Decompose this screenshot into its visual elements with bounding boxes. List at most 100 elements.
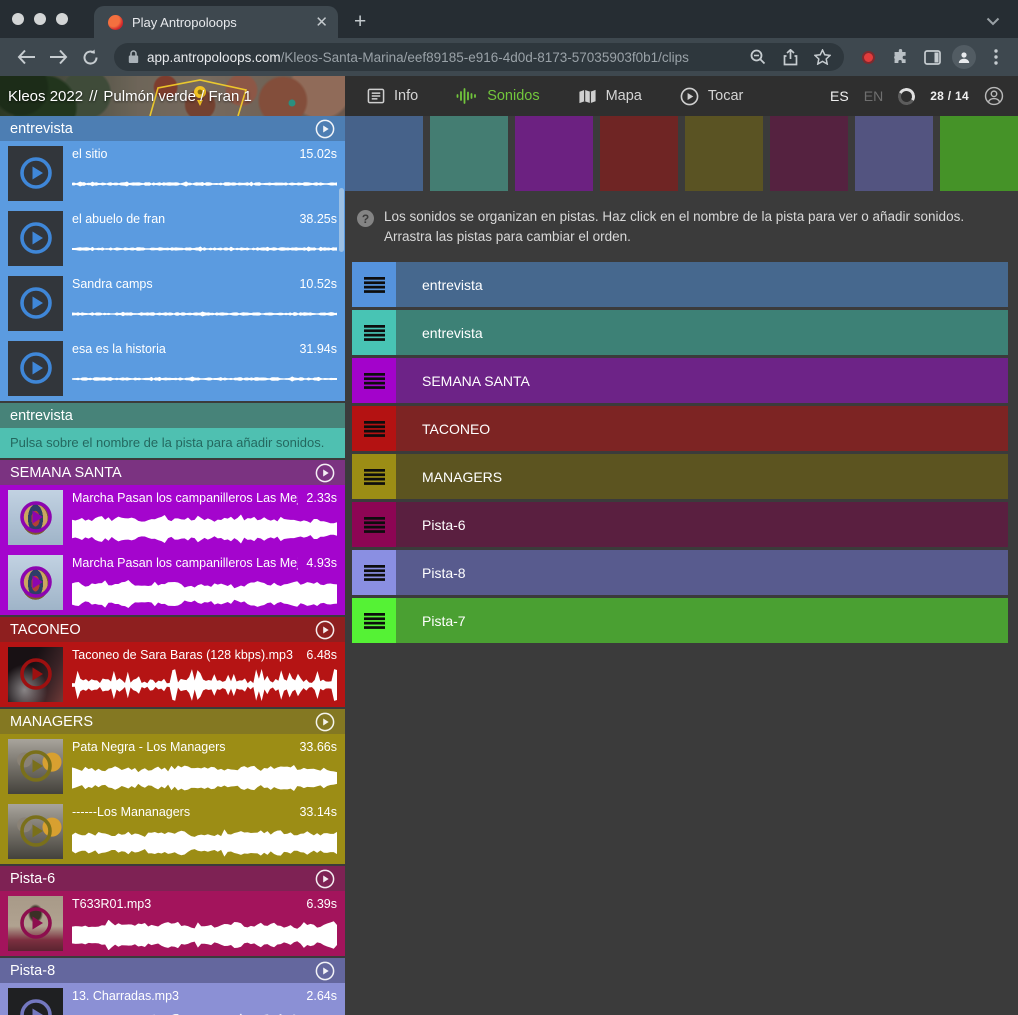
window-close-button[interactable] — [12, 13, 24, 25]
clip[interactable]: Sandra camps10.52s — [0, 271, 345, 336]
track-header[interactable]: Pista-6 — [0, 866, 345, 891]
track-drag-handle[interactable] — [352, 406, 396, 451]
clip-thumbnail[interactable] — [8, 146, 63, 201]
track-header[interactable]: MANAGERS — [0, 709, 345, 734]
track-play-button[interactable] — [315, 869, 335, 889]
track-drag-handle[interactable] — [352, 598, 396, 643]
clip[interactable]: Pata Negra - Los Managers33.66s — [0, 734, 345, 799]
track-row-body[interactable]: MANAGERS — [396, 454, 1008, 499]
track-row[interactable]: Pista-7 — [352, 598, 1008, 643]
track-row[interactable]: Pista-8 — [352, 550, 1008, 595]
track-header[interactable]: SEMANA SANTA — [0, 460, 345, 485]
address-bar[interactable]: app.antropoloops.com/Kleos-Santa-Marina/… — [114, 43, 844, 71]
track-play-button[interactable] — [315, 119, 335, 139]
track-play-button[interactable] — [315, 712, 335, 732]
track-header[interactable]: Pista-8 — [0, 958, 345, 983]
clip-waveform[interactable] — [72, 243, 337, 255]
clip-thumbnail[interactable] — [8, 896, 63, 951]
browser-tab[interactable]: Play Antropoloops ✕ — [94, 6, 338, 38]
track-header[interactable]: TACONEO — [0, 617, 345, 642]
breadcrumb[interactable]: Kleos 2022//Pulmón verde / Fran 1 — [0, 76, 345, 116]
track-drag-handle[interactable] — [352, 502, 396, 547]
track-header[interactable]: entrevista — [0, 116, 345, 141]
track-drag-handle[interactable] — [352, 454, 396, 499]
forward-icon[interactable] — [46, 45, 70, 69]
clip-thumbnail[interactable] — [8, 739, 63, 794]
track-row-body[interactable]: Pista-8 — [396, 550, 1008, 595]
clip[interactable]: ------Los Mananagers33.14s — [0, 799, 345, 864]
reload-icon[interactable] — [78, 45, 102, 69]
new-tab-button[interactable]: + — [354, 11, 366, 32]
clip-waveform[interactable] — [72, 579, 337, 609]
clip[interactable]: el sitio15.02s — [0, 141, 345, 206]
extensions-puzzle-icon[interactable] — [888, 45, 912, 69]
track-drag-handle[interactable] — [352, 550, 396, 595]
window-minimize-button[interactable] — [34, 13, 46, 25]
tab-sonidos[interactable]: Sonidos — [456, 87, 539, 105]
clip[interactable]: Marcha Pasan los campanilleros Las Mejor… — [0, 485, 345, 550]
track-header[interactable]: entrevista — [0, 403, 345, 428]
track-row-body[interactable]: entrevista — [396, 310, 1008, 355]
tab-tocar[interactable]: Tocar — [680, 87, 743, 106]
lang-es-button[interactable]: ES — [830, 88, 849, 104]
clip-thumbnail[interactable] — [8, 555, 63, 610]
chevron-down-icon[interactable] — [986, 13, 1000, 31]
browser-profile-avatar[interactable] — [952, 45, 976, 69]
track-play-button[interactable] — [315, 463, 335, 483]
breadcrumb-project[interactable]: Kleos 2022 — [8, 88, 83, 105]
tab-info[interactable]: Info — [367, 87, 418, 105]
track-row[interactable]: Pista-6 — [352, 502, 1008, 547]
track-row[interactable]: MANAGERS — [352, 454, 1008, 499]
clip[interactable]: Marcha Pasan los campanilleros Las Mejor… — [0, 550, 345, 615]
track-row[interactable]: entrevista — [352, 310, 1008, 355]
browser-menu-kebab-icon[interactable] — [984, 45, 1008, 69]
track-row-body[interactable]: TACONEO — [396, 406, 1008, 451]
clip[interactable]: esa es la historia31.94s — [0, 336, 345, 401]
clip-thumbnail[interactable] — [8, 341, 63, 396]
track-play-button[interactable] — [315, 620, 335, 640]
clip[interactable]: el abuelo de fran38.25s — [0, 206, 345, 271]
clip[interactable]: 13. Charradas.mp32.64s — [0, 983, 345, 1015]
bookmark-star-icon[interactable] — [810, 45, 834, 69]
clip-thumbnail[interactable] — [8, 647, 63, 702]
sidebar-scrollbar-thumb[interactable] — [339, 188, 344, 252]
tab-mapa[interactable]: Mapa — [578, 88, 642, 105]
track-row[interactable]: entrevista — [352, 262, 1008, 307]
clip-thumbnail[interactable] — [8, 211, 63, 266]
clip-waveform[interactable] — [72, 308, 337, 320]
track-row[interactable]: TACONEO — [352, 406, 1008, 451]
window-zoom-button[interactable] — [56, 13, 68, 25]
breadcrumb-path[interactable]: Pulmón verde / Fran 1 — [103, 88, 251, 105]
tab-close-icon[interactable]: ✕ — [315, 15, 328, 30]
track-drag-handle[interactable] — [352, 358, 396, 403]
track-drag-handle[interactable] — [352, 262, 396, 307]
clip-thumbnail[interactable] — [8, 804, 63, 859]
clip-waveform[interactable] — [72, 178, 337, 190]
recording-indicator-icon[interactable] — [856, 45, 880, 69]
clip[interactable]: T633R01.mp36.39s — [0, 891, 345, 956]
side-panel-icon[interactable] — [920, 45, 944, 69]
share-icon[interactable] — [778, 45, 802, 69]
track-row[interactable]: SEMANA SANTA — [352, 358, 1008, 403]
clip-thumbnail[interactable] — [8, 276, 63, 331]
track-row-body[interactable]: entrevista — [396, 262, 1008, 307]
track-row-label: Pista-6 — [422, 517, 466, 533]
clip-waveform[interactable] — [72, 373, 337, 385]
clip-waveform[interactable] — [72, 514, 337, 544]
track-row-body[interactable]: Pista-7 — [396, 598, 1008, 643]
track-row-body[interactable]: SEMANA SANTA — [396, 358, 1008, 403]
back-icon[interactable] — [14, 45, 38, 69]
clip-waveform[interactable] — [72, 828, 337, 858]
clip-thumbnail[interactable] — [8, 490, 63, 545]
track-play-button[interactable] — [315, 961, 335, 981]
clip-waveform[interactable] — [72, 668, 337, 702]
track-row-body[interactable]: Pista-6 — [396, 502, 1008, 547]
clip-thumbnail[interactable] — [8, 988, 63, 1015]
clip-waveform[interactable] — [72, 920, 337, 950]
lang-en-button[interactable]: EN — [864, 88, 883, 104]
clip[interactable]: Taconeo de Sara Baras (128 kbps).mp36.48… — [0, 642, 345, 707]
clip-waveform[interactable] — [72, 763, 337, 793]
account-icon[interactable] — [984, 86, 1004, 106]
track-drag-handle[interactable] — [352, 310, 396, 355]
zoom-icon[interactable] — [746, 45, 770, 69]
